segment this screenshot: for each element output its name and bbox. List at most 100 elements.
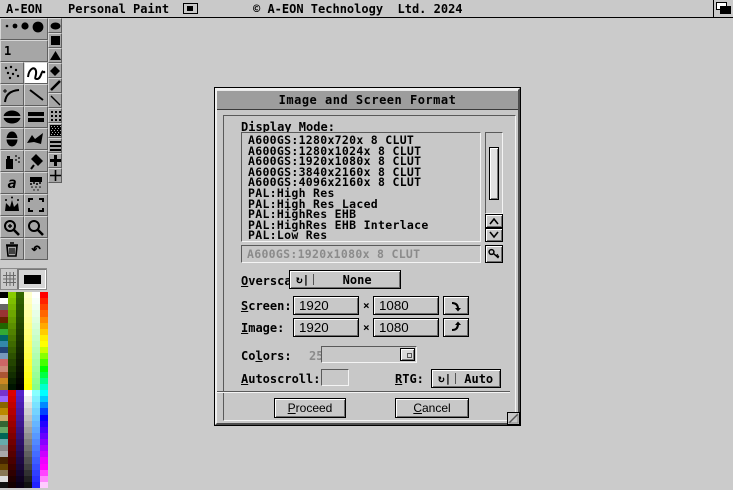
builtin-brush-hbars[interactable]	[48, 138, 62, 153]
outline-plus-icon	[50, 170, 61, 181]
thick-slash-icon	[50, 80, 61, 91]
magnify-plus-icon	[2, 218, 22, 237]
screen-width-input[interactable]	[293, 296, 359, 315]
rectangle-tool[interactable]	[24, 106, 48, 128]
gradient-tool[interactable]	[24, 172, 48, 194]
image-label: Image:	[241, 321, 284, 335]
lock-button[interactable]	[485, 245, 503, 263]
airbrush-icon	[2, 152, 22, 171]
rectangle-icon	[25, 108, 47, 126]
button-separator	[217, 391, 510, 393]
color-palette[interactable]	[0, 292, 48, 488]
menubar-copyright: © A-EON Technology Ltd. 2024	[253, 2, 463, 16]
builtin-brush-thick-slash[interactable]	[48, 78, 62, 93]
fill-icon	[26, 152, 46, 171]
current-color-swatch	[24, 275, 41, 284]
backslash-icon	[50, 95, 61, 106]
hbars-icon	[50, 140, 61, 151]
trash-icon	[2, 240, 22, 259]
key-icon	[488, 248, 500, 260]
colors-label: Colors:	[241, 349, 292, 363]
polygon-tool[interactable]	[24, 128, 48, 150]
select-frame-tool[interactable]	[24, 194, 48, 216]
dialog-title: Image and Screen Format	[279, 93, 457, 107]
brush-pickup-tool[interactable]	[0, 194, 24, 216]
image-screen-format-dialog: Image and Screen Format Display Mode: A6…	[215, 88, 520, 425]
circle-tool[interactable]	[0, 128, 24, 150]
palette-swatch[interactable]	[8, 482, 16, 488]
curve-icon	[2, 86, 22, 104]
builtin-brush-backslash[interactable]	[48, 93, 62, 108]
cancel-button[interactable]: Cancel	[395, 398, 469, 418]
chevron-up-icon	[488, 217, 500, 225]
scroll-up-button[interactable]	[485, 214, 503, 228]
line-tool[interactable]	[24, 84, 48, 106]
palette-swatch[interactable]	[0, 482, 8, 488]
builtin-brush-filled-plus[interactable]	[48, 153, 62, 168]
crown-brush-icon	[2, 196, 22, 214]
colors-slider-knob[interactable]	[400, 348, 415, 361]
palette-swatch[interactable]	[24, 482, 32, 488]
iconify-gadget-icon[interactable]	[183, 3, 198, 14]
overscan-cycle[interactable]: ↻| None	[289, 270, 401, 289]
rtg-label: RTG:	[395, 372, 424, 386]
ellipse-tool[interactable]	[0, 106, 24, 128]
curve-tool[interactable]	[0, 84, 24, 106]
image-width-input[interactable]	[293, 318, 359, 337]
listbox-scrollbar-thumb[interactable]	[489, 147, 499, 200]
image-times-sign: ×	[363, 321, 370, 334]
dotted-freehand-tool[interactable]	[0, 62, 24, 84]
ellipse-icon	[1, 108, 23, 126]
text-tool-icon: a	[7, 174, 16, 192]
zoom-tool[interactable]	[24, 216, 48, 238]
select-frame-icon	[26, 196, 46, 214]
brush-size-selector[interactable]	[0, 18, 48, 40]
scroll-down-button[interactable]	[485, 228, 503, 242]
builtin-brush-triangle[interactable]	[48, 48, 62, 63]
autoscroll-checkbox[interactable]	[321, 369, 349, 386]
builtin-brush-sparse-dots[interactable]	[48, 108, 62, 123]
screen-times-sign: ×	[363, 299, 370, 312]
copy-image-to-screen-button[interactable]	[443, 318, 469, 337]
builtin-brush-outline-plus[interactable]	[48, 168, 62, 183]
freehand-tool[interactable]	[24, 62, 48, 84]
builtin-brush-square[interactable]	[48, 33, 62, 48]
palette-swatch[interactable]	[16, 482, 24, 488]
fill-tool[interactable]	[24, 150, 48, 172]
dialog-titlebar[interactable]: Image and Screen Format	[217, 90, 518, 110]
filled-plus-icon	[50, 155, 61, 166]
builtin-brush-dense-dots[interactable]	[48, 123, 62, 138]
undo-tool[interactable]: ↶	[24, 238, 48, 260]
clear-tool[interactable]	[0, 238, 24, 260]
undo-icon: ↶	[31, 244, 41, 254]
sparse-dots-icon	[50, 110, 61, 121]
depth-icon	[715, 1, 732, 16]
page-indicator[interactable]: 1	[0, 40, 48, 62]
resize-gadget[interactable]	[507, 412, 520, 425]
image-height-input[interactable]	[373, 318, 439, 337]
line-icon	[26, 86, 46, 104]
triangle-brush-icon	[50, 51, 61, 60]
text-tool[interactable]: a	[0, 172, 24, 194]
magnify-tool[interactable]	[0, 216, 24, 238]
colors-slider[interactable]	[321, 346, 417, 363]
airbrush-tool[interactable]	[0, 150, 24, 172]
palette-swatch[interactable]	[40, 482, 48, 488]
pattern-grid-button[interactable]	[1, 269, 18, 289]
listbox-scrollbar-track[interactable]	[485, 132, 503, 214]
menubar-app-title: Personal Paint	[68, 2, 169, 16]
rtg-cycle[interactable]: ↻| Auto	[431, 369, 501, 388]
screen-height-input[interactable]	[373, 296, 439, 315]
builtin-brush-diamond[interactable]	[48, 63, 62, 78]
builtin-brush-ellipse[interactable]	[48, 18, 62, 33]
chevron-down-icon	[488, 231, 500, 239]
proceed-button[interactable]: Proceed	[274, 398, 346, 418]
copy-screen-to-image-button[interactable]	[443, 296, 469, 315]
palette-swatch[interactable]	[32, 482, 40, 488]
current-color-indicator[interactable]	[18, 269, 46, 289]
display-mode-item[interactable]: PAL:Low Res	[248, 230, 480, 241]
autoscroll-label: Autoscroll:	[241, 372, 320, 386]
ellipse-brush-icon	[50, 22, 61, 30]
screen-depth-gadget[interactable]	[715, 1, 732, 16]
display-mode-listbox[interactable]: A600GS:1280x720x 8 CLUTA600GS:1280x1024x…	[241, 132, 481, 242]
